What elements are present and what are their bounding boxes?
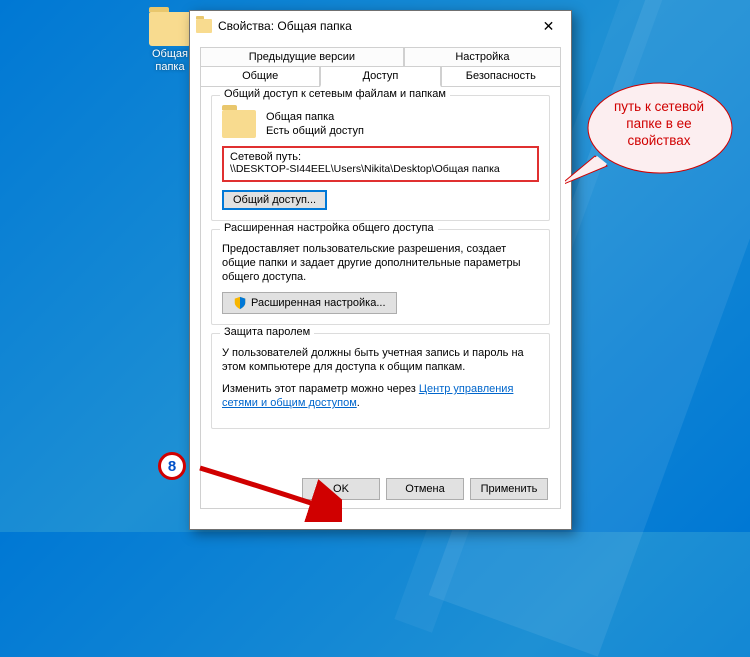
folder-name: Общая папка xyxy=(266,110,364,124)
password-protection-group: Защита паролем У пользователей должны бы… xyxy=(211,333,550,429)
password-desc2: Изменить этот параметр можно через Центр… xyxy=(222,382,539,410)
tab-row-top: Предыдущие версии Настройка xyxy=(200,47,561,67)
folder-icon xyxy=(196,19,212,33)
folder-icon xyxy=(149,12,191,46)
tab-row-bottom: Общие Доступ Безопасность xyxy=(200,66,561,86)
cancel-label: Отмена xyxy=(405,483,444,495)
tab-previous-versions[interactable]: Предыдущие версии xyxy=(200,47,404,66)
cancel-button[interactable]: Отмена xyxy=(386,478,464,500)
share-info-row: Общая папка Есть общий доступ xyxy=(222,110,539,138)
group-label: Общий доступ к сетевым файлам и папкам xyxy=(220,88,450,100)
step-number: 8 xyxy=(168,458,176,475)
network-path-value: \\DESKTOP-SI44EEL\Users\Nikita\Desktop\О… xyxy=(230,163,531,175)
advanced-settings-button[interactable]: Расширенная настройка... xyxy=(222,292,397,314)
password-desc2-post: . xyxy=(357,397,360,409)
network-path-label: Сетевой путь: xyxy=(230,151,531,163)
share-status: Есть общий доступ xyxy=(266,124,364,138)
password-desc2-pre: Изменить этот параметр можно через xyxy=(222,383,419,395)
properties-dialog: Свойства: Общая папка ✕ Предыдущие верси… xyxy=(189,10,572,530)
network-path-box: Сетевой путь: \\DESKTOP-SI44EEL\Users\Ni… xyxy=(222,146,539,182)
tab-security[interactable]: Безопасность xyxy=(441,66,561,86)
annotation-callout: путь к сетевой папке в ее свойствах xyxy=(585,78,735,170)
apply-label: Применить xyxy=(481,483,538,495)
network-sharing-group: Общий доступ к сетевым файлам и папкам О… xyxy=(211,95,550,221)
apply-button[interactable]: Применить xyxy=(470,478,548,500)
window-title: Свойства: Общая папка xyxy=(218,19,526,33)
close-icon: ✕ xyxy=(543,18,555,35)
annotation-arrow-icon xyxy=(192,462,342,522)
step-badge: 8 xyxy=(158,452,186,480)
shield-icon xyxy=(233,296,247,310)
titlebar: Свойства: Общая папка ✕ xyxy=(190,11,571,41)
folder-icon xyxy=(222,110,256,138)
share-button-label: Общий доступ... xyxy=(233,194,316,206)
tab-content: Общий доступ к сетевым файлам и папкам О… xyxy=(200,86,561,509)
group-label: Защита паролем xyxy=(220,326,314,338)
password-desc1: У пользователей должны быть учетная запи… xyxy=(222,346,539,374)
tab-sharing[interactable]: Доступ xyxy=(320,66,440,87)
close-button[interactable]: ✕ xyxy=(526,11,571,41)
tab-customize[interactable]: Настройка xyxy=(404,47,561,66)
share-info: Общая папка Есть общий доступ xyxy=(266,110,364,138)
advanced-sharing-group: Расширенная настройка общего доступа Пре… xyxy=(211,229,550,325)
share-button[interactable]: Общий доступ... xyxy=(222,190,327,210)
group-label: Расширенная настройка общего доступа xyxy=(220,222,438,234)
callout-text: путь к сетевой папке в ее свойствах xyxy=(599,98,719,149)
advanced-button-label: Расширенная настройка... xyxy=(251,297,386,309)
advanced-desc: Предоставляет пользовательские разрешени… xyxy=(222,242,539,284)
tabs-container: Предыдущие версии Настройка Общие Доступ… xyxy=(190,41,571,509)
tab-general[interactable]: Общие xyxy=(200,66,320,86)
